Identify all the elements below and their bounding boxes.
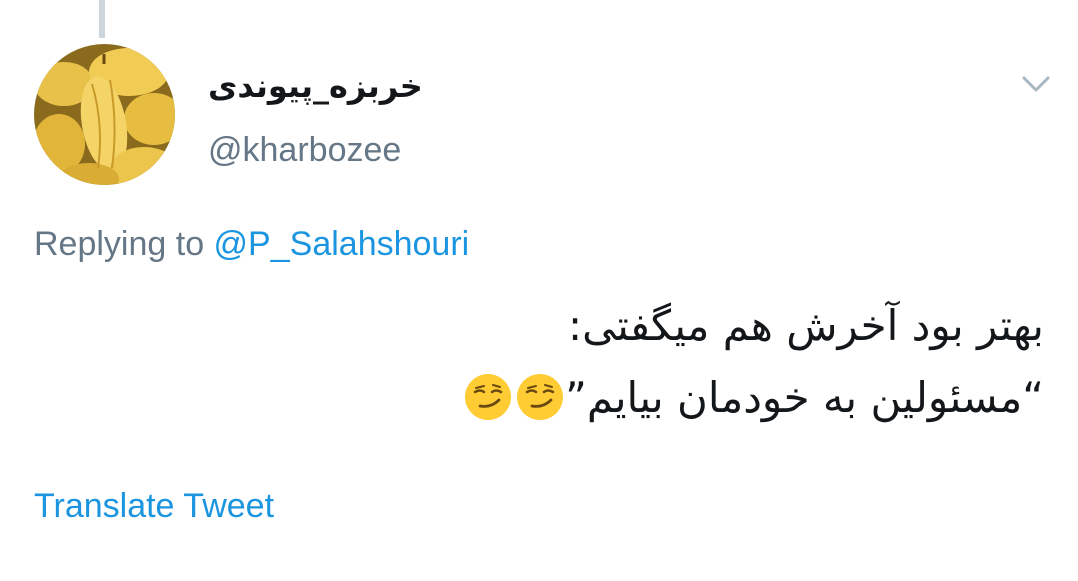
translate-tweet-link[interactable]: Translate Tweet <box>34 484 274 528</box>
reply-mention-link[interactable]: @P_Salahshouri <box>214 225 470 263</box>
tweet-line-2-wrapper: “مسئولین به خودمان بیایم” <box>144 362 1044 434</box>
tweet-line-2: “مسئولین به خودمان بیایم” <box>565 373 1044 422</box>
replying-to: Replying to @P_Salahshouri <box>34 222 469 266</box>
author-handle[interactable]: @kharbozee <box>208 128 401 172</box>
melon-avatar-image <box>34 44 175 185</box>
smirking-face-emoji <box>463 372 513 422</box>
chevron-down-icon[interactable] <box>1018 70 1054 98</box>
thread-connector-line <box>99 0 105 38</box>
smirking-face-emoji <box>515 372 565 422</box>
replying-prefix: Replying to <box>34 225 214 263</box>
avatar[interactable] <box>34 44 175 185</box>
tweet-text: بهتر بود آخرش هم میگفتی: “مسئولین به خود… <box>144 290 1044 434</box>
tweet-line-1: بهتر بود آخرش هم میگفتی: <box>567 301 1044 350</box>
author-display-name[interactable]: خربزه_پیوندی <box>208 58 448 114</box>
